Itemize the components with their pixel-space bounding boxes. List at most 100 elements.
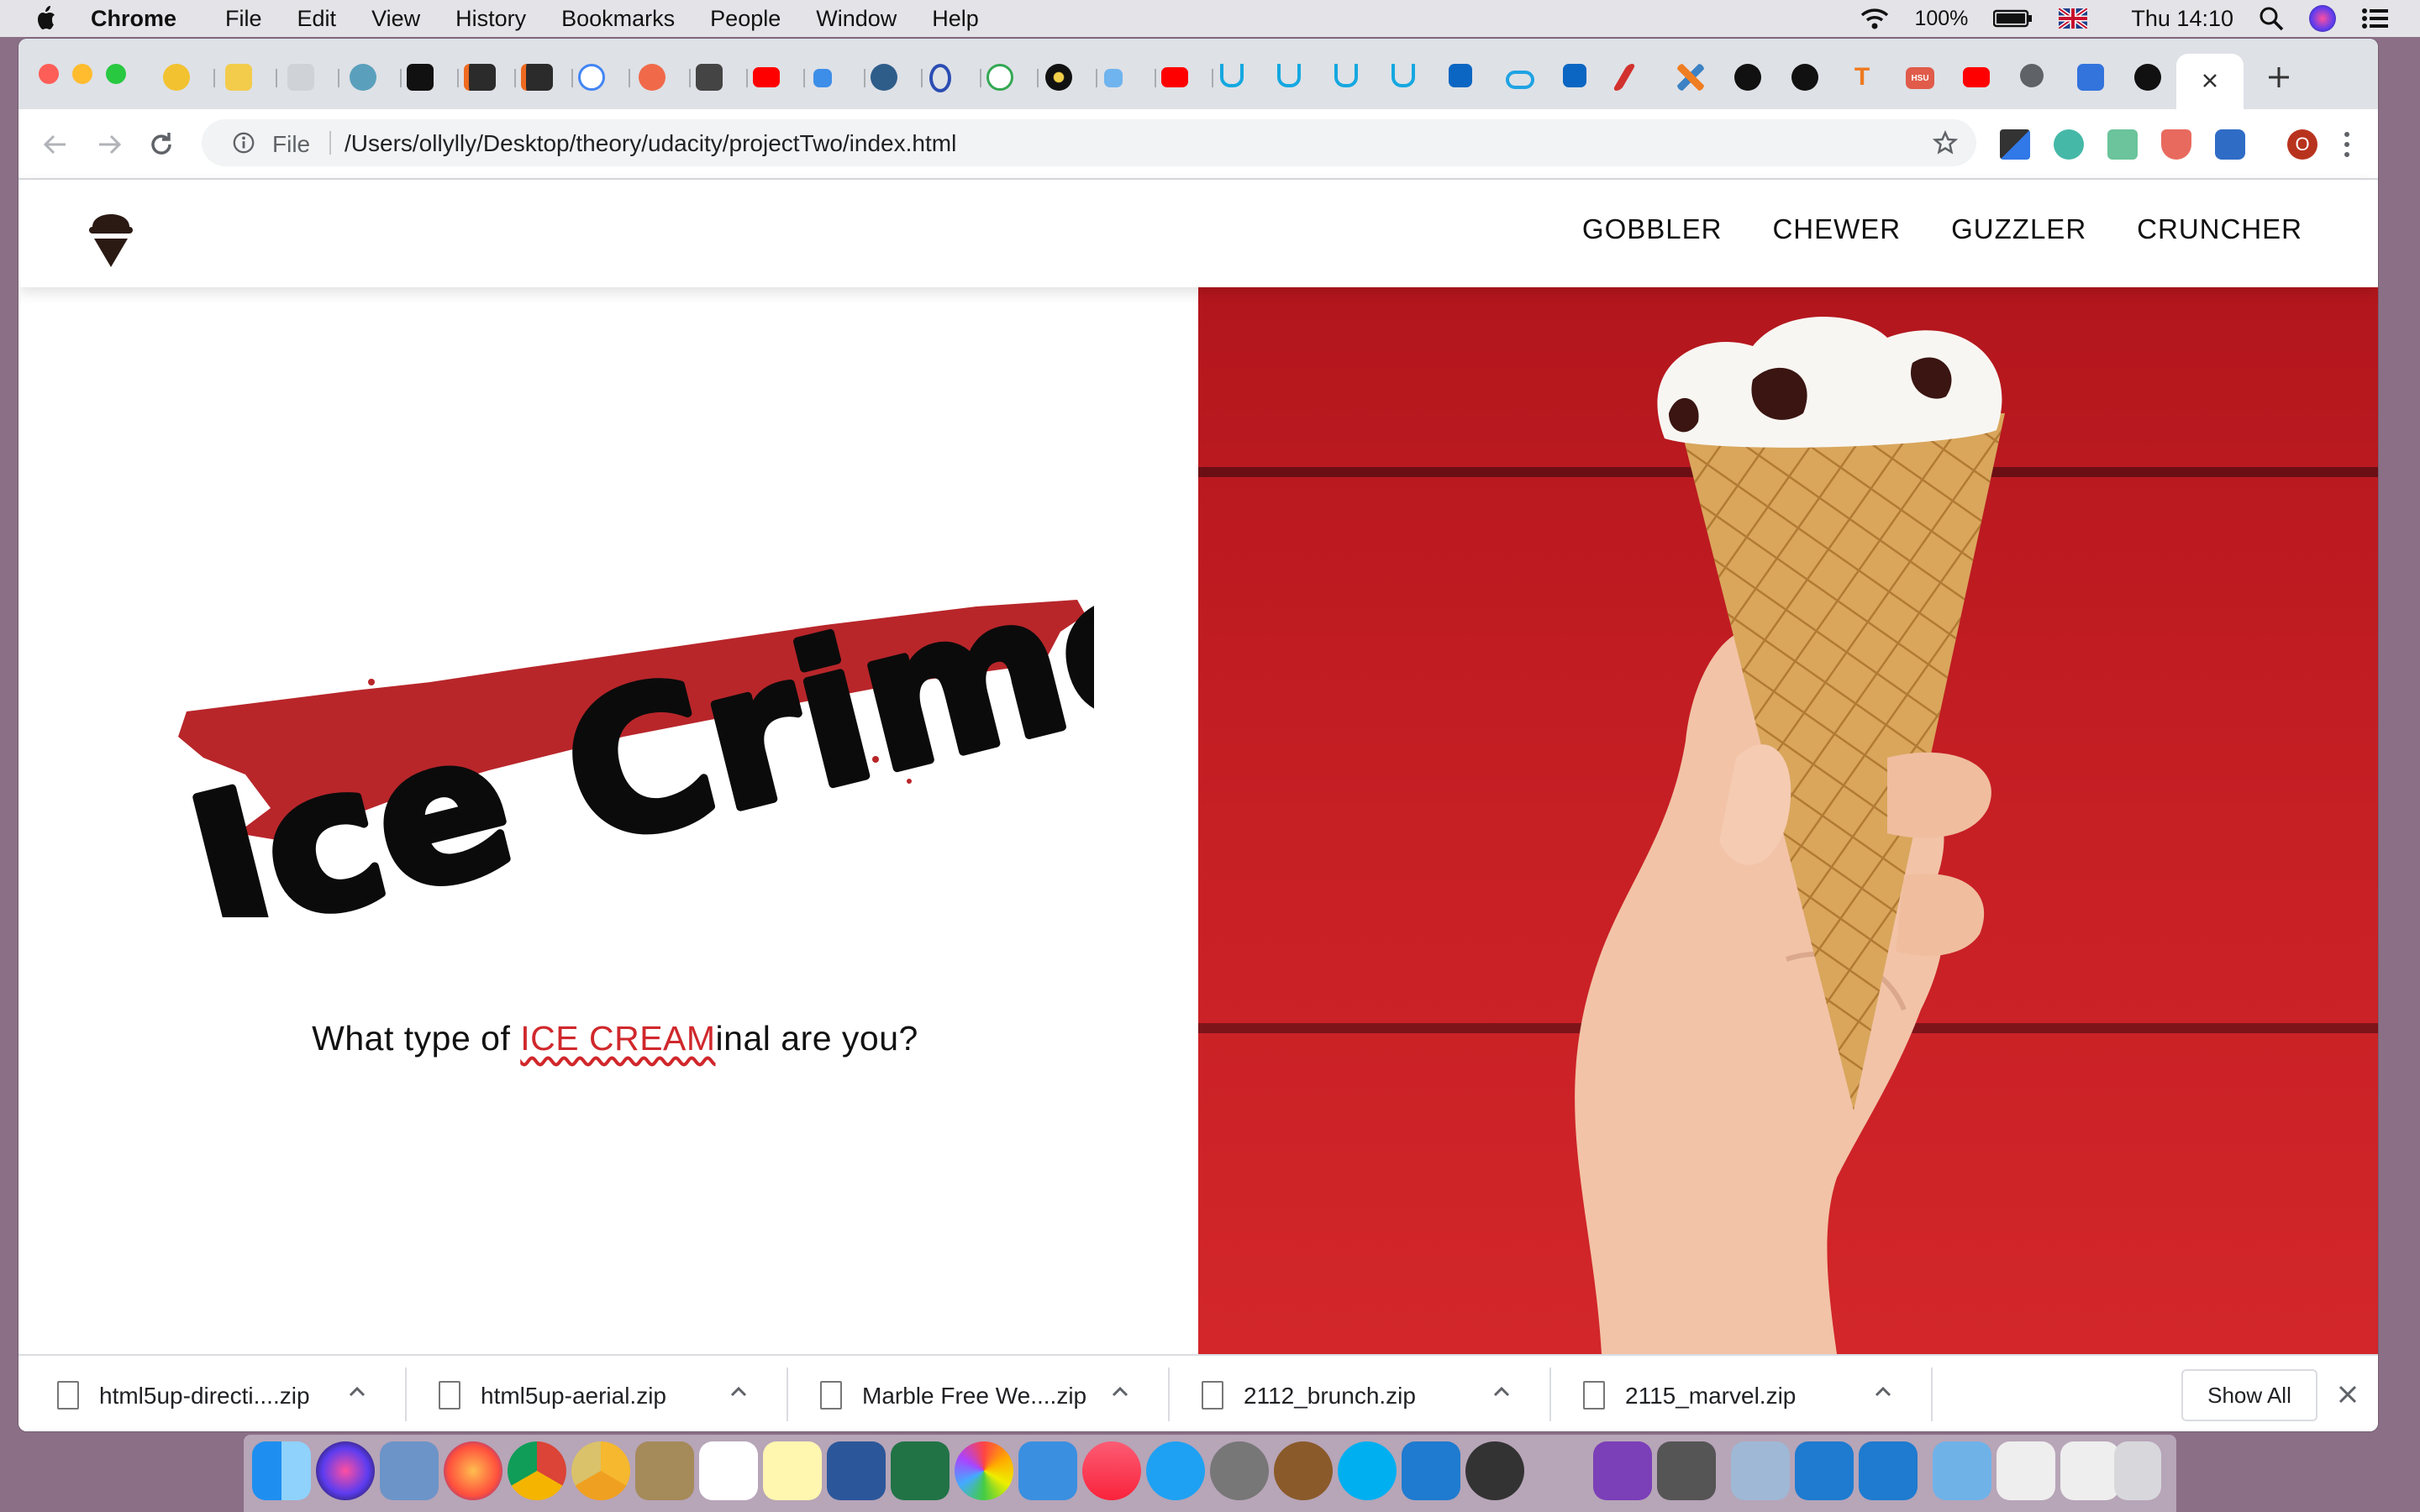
- trash-icon[interactable]: [2114, 1441, 2161, 1500]
- wifi-icon[interactable]: [1860, 6, 1889, 31]
- battery-icon[interactable]: [1993, 6, 2033, 31]
- excel-icon[interactable]: [891, 1441, 950, 1500]
- address-url[interactable]: /Users/ollylly/Desktop/theory/udacity/pr…: [345, 130, 956, 157]
- word-icon[interactable]: [827, 1441, 886, 1500]
- notes-icon[interactable]: [763, 1441, 822, 1500]
- skype-icon[interactable]: [1338, 1441, 1397, 1500]
- tab-favicon-l-orange-2[interactable]: [521, 64, 553, 91]
- nav-guzzler[interactable]: GUZZLER: [1951, 213, 2086, 245]
- download-item[interactable]: html5up-aerial.zip: [400, 1356, 770, 1431]
- tab-favicon-cube[interactable]: [813, 69, 832, 87]
- address-bar[interactable]: File /Users/ollylly/Desktop/theory/udaci…: [202, 119, 1976, 166]
- nav-cruncher[interactable]: CRUNCHER: [2137, 213, 2302, 245]
- tab-active[interactable]: [2176, 54, 2244, 109]
- tab-favicon-linkedin-2[interactable]: [1563, 64, 1586, 87]
- audio-extension-icon[interactable]: [2107, 129, 2138, 160]
- help-icon[interactable]: [1529, 1441, 1588, 1500]
- tab-favicon-medium[interactable]: [407, 64, 434, 91]
- menu-window[interactable]: Window: [816, 6, 897, 32]
- back-icon[interactable]: [39, 128, 72, 161]
- window-thumbnail[interactable]: [1996, 1441, 2055, 1500]
- siri-icon[interactable]: [2309, 5, 2336, 32]
- window-thumbnail-2[interactable]: [2060, 1441, 2119, 1500]
- system-preferences-icon[interactable]: [1210, 1441, 1269, 1500]
- new-tab-icon[interactable]: [2267, 66, 2291, 89]
- calendar-icon[interactable]: [699, 1441, 758, 1500]
- keynote-icon[interactable]: [1018, 1441, 1077, 1500]
- safari-icon[interactable]: [1465, 1441, 1524, 1500]
- ice-cream-logo-icon[interactable]: [69, 200, 153, 269]
- shield-extension-icon[interactable]: [2161, 129, 2191, 160]
- close-tab-icon[interactable]: [2202, 72, 2218, 89]
- tab-favicon-udacity[interactable]: [1220, 64, 1244, 87]
- preview-icon[interactable]: [1731, 1441, 1790, 1500]
- tab-favicon-l-orange[interactable]: [464, 64, 496, 91]
- maximize-window-button[interactable]: [106, 64, 126, 84]
- tab-favicon-youtube-2[interactable]: [1161, 67, 1188, 87]
- mail-icon[interactable]: [380, 1441, 439, 1500]
- menu-help[interactable]: Help: [932, 6, 979, 32]
- chevron-up-icon[interactable]: [1109, 1381, 1131, 1403]
- app-store-icon[interactable]: [1146, 1441, 1205, 1500]
- download-item[interactable]: Marble Free We....zip: [781, 1356, 1151, 1431]
- tab-favicon-flag[interactable]: [2077, 64, 2104, 91]
- folder-icon[interactable]: [1933, 1441, 1991, 1500]
- forward-icon[interactable]: [92, 128, 126, 161]
- chevron-up-icon[interactable]: [1872, 1381, 1894, 1403]
- notification-center-icon[interactable]: [2361, 6, 2390, 31]
- github-desktop-icon[interactable]: [1593, 1441, 1652, 1500]
- tab-favicon-google-2[interactable]: [986, 64, 1013, 91]
- chrome-canary-icon[interactable]: [571, 1441, 630, 1500]
- reload-icon[interactable]: [145, 128, 178, 161]
- nav-gobbler[interactable]: GOBBLER: [1582, 213, 1723, 245]
- tab-favicon-cube-2[interactable]: [1104, 69, 1123, 87]
- tab-favicon-asterisk[interactable]: [639, 64, 666, 91]
- vscode-icon-3[interactable]: [1859, 1441, 1918, 1500]
- menu-bookmarks[interactable]: Bookmarks: [561, 6, 675, 32]
- menu-clock[interactable]: Thu 14:10: [2131, 6, 2233, 32]
- minimize-window-button[interactable]: [72, 64, 92, 84]
- tab-favicon-orange-x[interactable]: [1677, 64, 1704, 91]
- calculator-icon[interactable]: [1657, 1441, 1716, 1500]
- apple-icon[interactable]: [34, 4, 59, 33]
- menu-file[interactable]: File: [225, 6, 262, 32]
- tab-favicon-t[interactable]: T: [1849, 63, 1876, 91]
- tab-favicon-github-3[interactable]: [2134, 64, 2161, 91]
- more-menu-icon[interactable]: [2343, 129, 2351, 160]
- tab-favicon-floppy[interactable]: [696, 64, 723, 91]
- tab-favicon-yellow[interactable]: [225, 64, 252, 91]
- tab-favicon-house[interactable]: [287, 64, 314, 91]
- tab-favicon-red-s[interactable]: [1612, 64, 1637, 91]
- info-icon[interactable]: [232, 131, 255, 155]
- firefox-icon[interactable]: [444, 1441, 502, 1500]
- show-all-downloads-button[interactable]: Show All: [2181, 1369, 2317, 1421]
- tab-favicon-youtube[interactable]: [753, 67, 780, 87]
- tab-favicon-globe-tool[interactable]: [871, 64, 897, 91]
- vscode-icon-2[interactable]: [1795, 1441, 1854, 1500]
- tab-favicon-google[interactable]: [578, 64, 605, 91]
- acorn-icon[interactable]: [1274, 1441, 1333, 1500]
- tab-favicon-linkedin[interactable]: [1449, 64, 1472, 87]
- menu-view[interactable]: View: [371, 6, 420, 32]
- tab-favicon-udacity-3[interactable]: [1334, 64, 1358, 87]
- tab-favicon-infinity[interactable]: [1506, 71, 1534, 89]
- close-window-button[interactable]: [39, 64, 59, 84]
- bookmark-star-icon[interactable]: [1933, 130, 1958, 155]
- teal-extension-icon[interactable]: [2054, 129, 2084, 160]
- compass-extension-icon[interactable]: [2215, 129, 2245, 160]
- chevron-up-icon[interactable]: [1491, 1381, 1512, 1403]
- menu-history[interactable]: History: [455, 6, 526, 32]
- tab-favicon-github[interactable]: [1734, 64, 1761, 91]
- tab-favicon-youtube-3[interactable]: [1963, 67, 1990, 87]
- tab-favicon-globe[interactable]: [2020, 64, 2044, 87]
- tab-favicon-hsu[interactable]: HSU: [1906, 67, 1934, 89]
- siri-app-icon[interactable]: [316, 1441, 375, 1500]
- download-item[interactable]: 2112_brunch.zip: [1163, 1356, 1533, 1431]
- uk-flag-icon[interactable]: [2059, 8, 2088, 29]
- tab-favicon-circle-dark[interactable]: [1045, 64, 1072, 91]
- chrome-icon[interactable]: [508, 1441, 566, 1500]
- photos-icon[interactable]: [955, 1441, 1013, 1500]
- menu-people[interactable]: People: [710, 6, 781, 32]
- close-downloads-icon[interactable]: [2338, 1384, 2358, 1404]
- chevron-up-icon[interactable]: [728, 1381, 750, 1403]
